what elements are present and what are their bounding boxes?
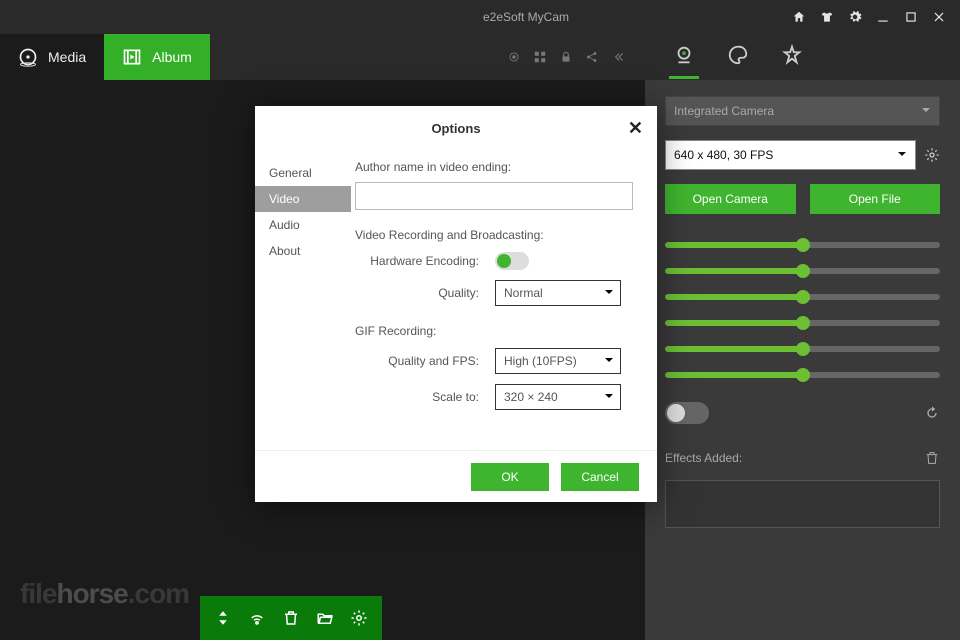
chevron-down-icon — [604, 390, 614, 404]
options-title: Options — [431, 121, 480, 136]
options-dialog: Options ✕ General Video Audio About Auth… — [255, 106, 657, 502]
app-title: e2eSoft MyCam — [260, 10, 792, 24]
author-name-label: Author name in video ending: — [355, 160, 633, 174]
hw-encoding-toggle[interactable] — [495, 252, 529, 270]
palette-icon — [727, 44, 749, 66]
options-nav: General Video Audio About — [255, 150, 351, 450]
options-close-button[interactable]: ✕ — [628, 118, 643, 139]
resolution-select-value: 640 x 480, 30 FPS — [674, 148, 773, 162]
wifi-icon[interactable] — [248, 609, 266, 627]
home-icon[interactable] — [792, 10, 806, 24]
sort-icon[interactable] — [214, 609, 232, 627]
shirt-icon[interactable] — [820, 10, 834, 24]
rtab-palette[interactable] — [723, 44, 753, 79]
effects-added-box — [665, 480, 940, 528]
trash-icon[interactable] — [924, 450, 940, 466]
section-gif-label: GIF Recording: — [355, 324, 633, 338]
gif-quality-select-value: High (10FPS) — [504, 354, 577, 368]
chevron-down-icon — [897, 148, 907, 162]
master-toggle[interactable] — [665, 402, 709, 424]
tab-album-label: Album — [152, 49, 192, 65]
slider-5[interactable] — [665, 346, 940, 352]
rtab-effects[interactable] — [777, 44, 807, 79]
scale-label: Scale to: — [355, 390, 495, 404]
open-camera-button[interactable]: Open Camera — [665, 184, 796, 214]
gear-icon[interactable] — [350, 609, 368, 627]
titlebar: e2eSoft MyCam — [0, 0, 960, 34]
maximize-icon[interactable] — [904, 10, 918, 24]
watermark: filehorse.com — [20, 578, 189, 610]
gif-quality-label: Quality and FPS: — [355, 354, 495, 368]
options-nav-general[interactable]: General — [255, 160, 351, 186]
sliders-group — [665, 228, 940, 378]
chevron-down-icon — [604, 354, 614, 368]
share-icon[interactable] — [585, 50, 599, 64]
settings-icon[interactable] — [848, 10, 862, 24]
effects-added-label: Effects Added: — [665, 451, 742, 465]
broadcast-icon[interactable] — [507, 50, 521, 64]
options-cancel-button[interactable]: Cancel — [561, 463, 639, 491]
chevron-down-icon — [604, 286, 614, 300]
options-nav-audio[interactable]: Audio — [255, 212, 351, 238]
trash-icon[interactable] — [282, 609, 300, 627]
close-icon[interactable] — [932, 10, 946, 24]
grid-icon[interactable] — [533, 50, 547, 64]
rtab-camera[interactable] — [669, 44, 699, 79]
right-tabs — [645, 34, 960, 80]
slider-4[interactable] — [665, 320, 940, 326]
slider-6[interactable] — [665, 372, 940, 378]
filmstrip-icon — [122, 47, 142, 67]
resolution-settings-icon[interactable] — [924, 147, 940, 163]
lock-icon[interactable] — [559, 50, 573, 64]
disc-icon — [18, 47, 38, 67]
star-icon — [781, 44, 803, 66]
chevron-down-icon — [921, 104, 931, 118]
options-nav-video[interactable]: Video — [255, 186, 351, 212]
camera-select-value: Integrated Camera — [674, 104, 774, 118]
reset-icon[interactable] — [924, 405, 940, 421]
tab-media-label: Media — [48, 49, 86, 65]
hw-encoding-label: Hardware Encoding: — [355, 254, 495, 268]
resolution-select[interactable]: 640 x 480, 30 FPS — [665, 140, 916, 170]
slider-2[interactable] — [665, 268, 940, 274]
quality-select-value: Normal — [504, 286, 543, 300]
mini-toolbar — [507, 50, 645, 64]
tab-album[interactable]: Album — [104, 34, 210, 80]
open-file-button[interactable]: Open File — [810, 184, 941, 214]
scale-select-value: 320 × 240 — [504, 390, 558, 404]
webcam-icon — [673, 44, 695, 66]
quality-label: Quality: — [355, 286, 495, 300]
slider-1[interactable] — [665, 242, 940, 248]
main-tabs: Media Album — [0, 34, 645, 80]
author-name-input[interactable] — [355, 182, 633, 210]
camera-select[interactable]: Integrated Camera — [665, 96, 940, 126]
gif-quality-select[interactable]: High (10FPS) — [495, 348, 621, 374]
folder-open-icon[interactable] — [316, 609, 334, 627]
options-ok-button[interactable]: OK — [471, 463, 549, 491]
slider-3[interactable] — [665, 294, 940, 300]
bottom-tray — [200, 596, 382, 640]
tab-media[interactable]: Media — [0, 34, 104, 80]
collapse-icon[interactable] — [611, 50, 625, 64]
options-nav-about[interactable]: About — [255, 238, 351, 264]
minimize-icon[interactable] — [876, 10, 890, 24]
quality-select[interactable]: Normal — [495, 280, 621, 306]
section-recording-label: Video Recording and Broadcasting: — [355, 228, 633, 242]
scale-select[interactable]: 320 × 240 — [495, 384, 621, 410]
